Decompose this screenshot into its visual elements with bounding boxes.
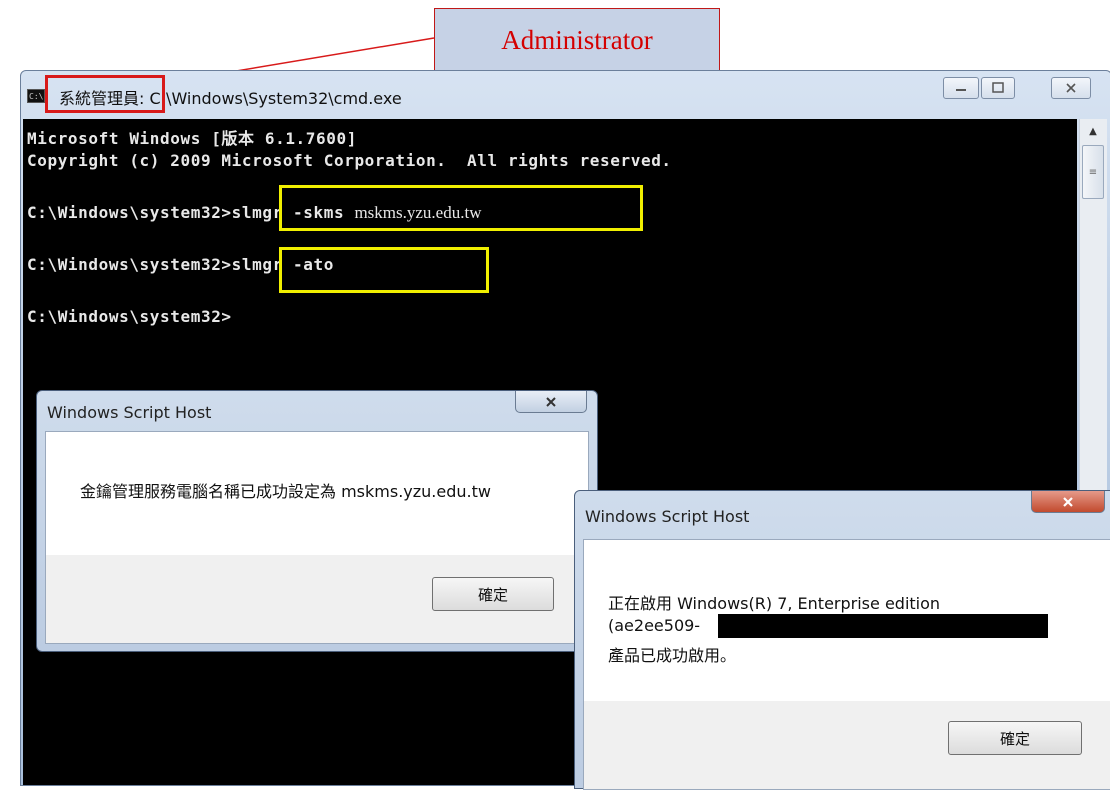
script-host-dialog-skms: Windows Script Host 金鑰管理服務電腦名稱已成功設定為 msk… [36,390,598,652]
administrator-callout: Administrator [434,8,720,72]
dialog-message-line3: 產品已成功啟用。 [608,646,737,665]
ok-button[interactable]: 確定 [948,721,1082,755]
dialog-body: 正在啟用 Windows(R) 7, Enterprise edition (a… [583,539,1110,703]
scroll-thumb[interactable]: ≡ [1082,145,1104,199]
ok-button[interactable]: 確定 [432,577,554,611]
ato-highlight-box [279,247,489,293]
close-button[interactable] [1051,77,1091,99]
console-version-line: Microsoft Windows [版本 6.1.7600] [27,129,357,148]
maximize-icon [992,82,1004,93]
cmd-app-icon: C:\ [27,89,45,103]
close-icon [1063,496,1073,507]
dialog-body: 金鑰管理服務電腦名稱已成功設定為 mskms.yzu.edu.tw [45,431,589,557]
callout-label: Administrator [501,24,653,55]
skms-highlight-box [279,185,643,231]
redaction-bar [718,614,1048,638]
dialog-title: Windows Script Host [585,507,750,526]
dialog-close-button[interactable] [515,391,587,413]
window-title-path: C:\Windows\System32\cmd.exe [144,89,402,108]
administrator-highlight-box [45,75,165,113]
minimize-button[interactable] [943,77,979,99]
dialog-close-button[interactable] [1031,491,1105,513]
console-prompt: C:\Windows\system32> [27,255,232,274]
scroll-up-arrow-icon[interactable]: ▲ [1081,121,1105,143]
console-copyright-line: Copyright (c) 2009 Microsoft Corporation… [27,151,672,170]
maximize-button[interactable] [981,77,1015,99]
dialog-footer: 確定 [45,555,589,644]
dialog-footer: 確定 [583,701,1110,790]
close-icon [546,396,556,407]
console-prompt-line: C:\Windows\system32> [27,307,232,326]
minimize-icon [956,89,966,91]
console-prompt: C:\Windows\system32> [27,203,232,222]
window-title: 系統管理員: C:\Windows\System32\cmd.exe [45,75,402,113]
script-host-dialog-activation: Windows Script Host 正在啟用 Windows(R) 7, E… [574,490,1110,790]
dialog-title: Windows Script Host [47,403,212,422]
cmd-titlebar[interactable]: C:\ 系統管理員: C:\Windows\System32\cmd.exe [21,71,1110,119]
dialog-message: 金鑰管理服務電腦名稱已成功設定為 mskms.yzu.edu.tw [80,482,491,501]
close-icon [1066,83,1076,93]
dialog-message-line2: (ae2ee509- [608,616,701,635]
dialog-message-line1: 正在啟用 Windows(R) 7, Enterprise edition [608,594,941,613]
